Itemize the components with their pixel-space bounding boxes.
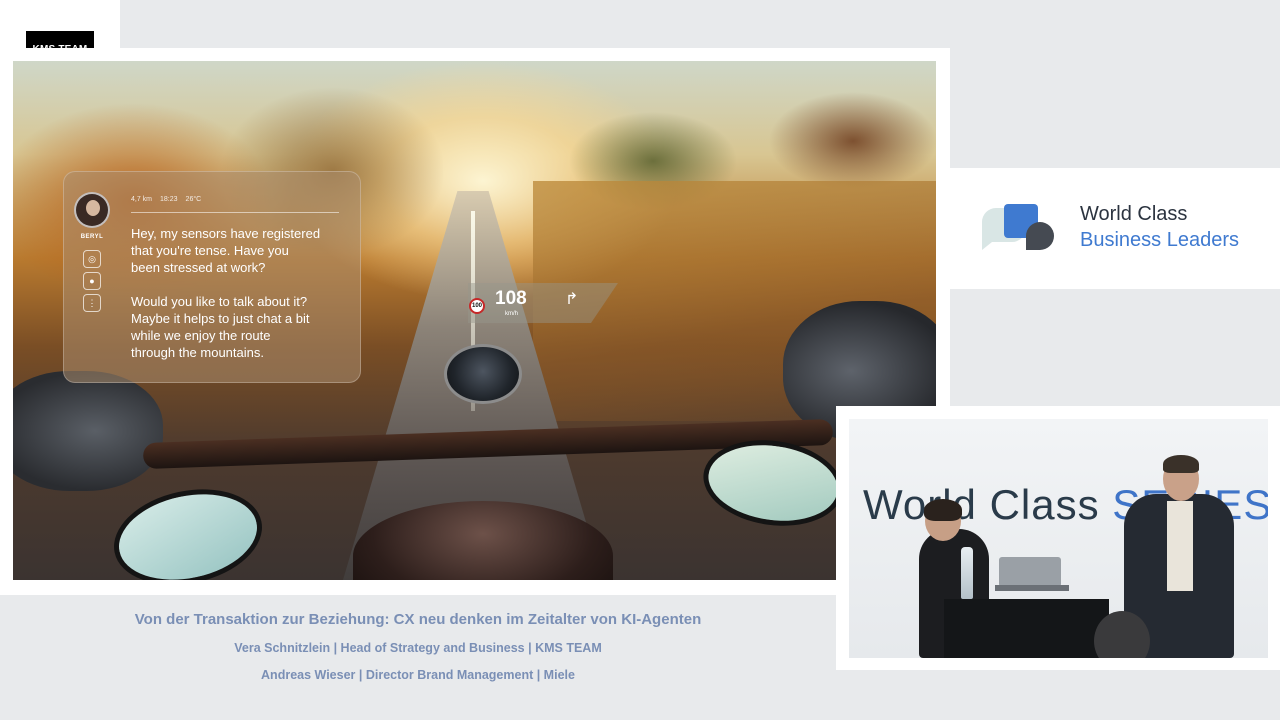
status-bar: 4,7 km 18:23 26°C	[131, 196, 201, 203]
presentation-slide-frame: BERYL ◎ ● ⋮ 4,7 km 18:23 26°C Hey, my se…	[0, 48, 950, 595]
speedometer-gauge	[444, 344, 522, 404]
brand-panel: World Class Business Leaders	[950, 168, 1280, 289]
speaker-left-hair	[924, 499, 962, 521]
laptop-base	[995, 585, 1069, 591]
speed-unit: km/h	[505, 311, 519, 317]
water-bottle	[961, 547, 973, 599]
chat-bubbles-icon	[982, 204, 1054, 250]
speaker-right-hair	[1163, 455, 1199, 473]
brain-icon: ●	[83, 272, 101, 290]
distance-value: 4,7 km	[131, 196, 153, 203]
temperature-value: 26°C	[185, 196, 202, 203]
turn-right-icon: ↱	[565, 291, 579, 308]
focus-icon: ◎	[83, 250, 101, 268]
speaker-1-caption: Vera Schnitzlein | Head of Strategy and …	[234, 641, 602, 655]
speaker-video-frame: World Class SERIES	[836, 406, 1280, 670]
brand-title-line1: World Class	[1080, 203, 1188, 225]
left-mirror	[105, 476, 271, 580]
backdrop-text-main: World Class	[863, 481, 1113, 528]
speed-limit-sign: 100	[469, 298, 485, 314]
assistant-message-2: Would you like to talk about it? Maybe i…	[131, 294, 310, 360]
assistant-message-1: Hey, my sensors have registered that you…	[131, 226, 321, 275]
left-glove	[13, 371, 163, 491]
speed-value: 108	[495, 288, 527, 309]
lectern-table	[944, 599, 1109, 658]
status-divider	[131, 212, 339, 213]
presentation-slide: BERYL ◎ ● ⋮ 4,7 km 18:23 26°C Hey, my se…	[13, 61, 936, 580]
time-value: 18:23	[160, 196, 178, 203]
talk-title: Von der Transaktion zur Beziehung: CX ne…	[134, 611, 702, 628]
speaker-right-shirt	[1167, 501, 1193, 591]
assistant-chat-panel: BERYL ◎ ● ⋮ 4,7 km 18:23 26°C Hey, my se…	[63, 171, 361, 383]
laptop	[999, 557, 1061, 587]
equalizer-icon: ⋮	[83, 294, 101, 312]
brand-title-line2: Business Leaders	[1080, 229, 1239, 251]
assistant-avatar	[74, 192, 110, 228]
speaker-2-caption: Andreas Wieser | Director Brand Manageme…	[261, 668, 575, 682]
speaker-video: World Class SERIES	[849, 419, 1268, 658]
assistant-name: BERYL	[80, 234, 104, 240]
